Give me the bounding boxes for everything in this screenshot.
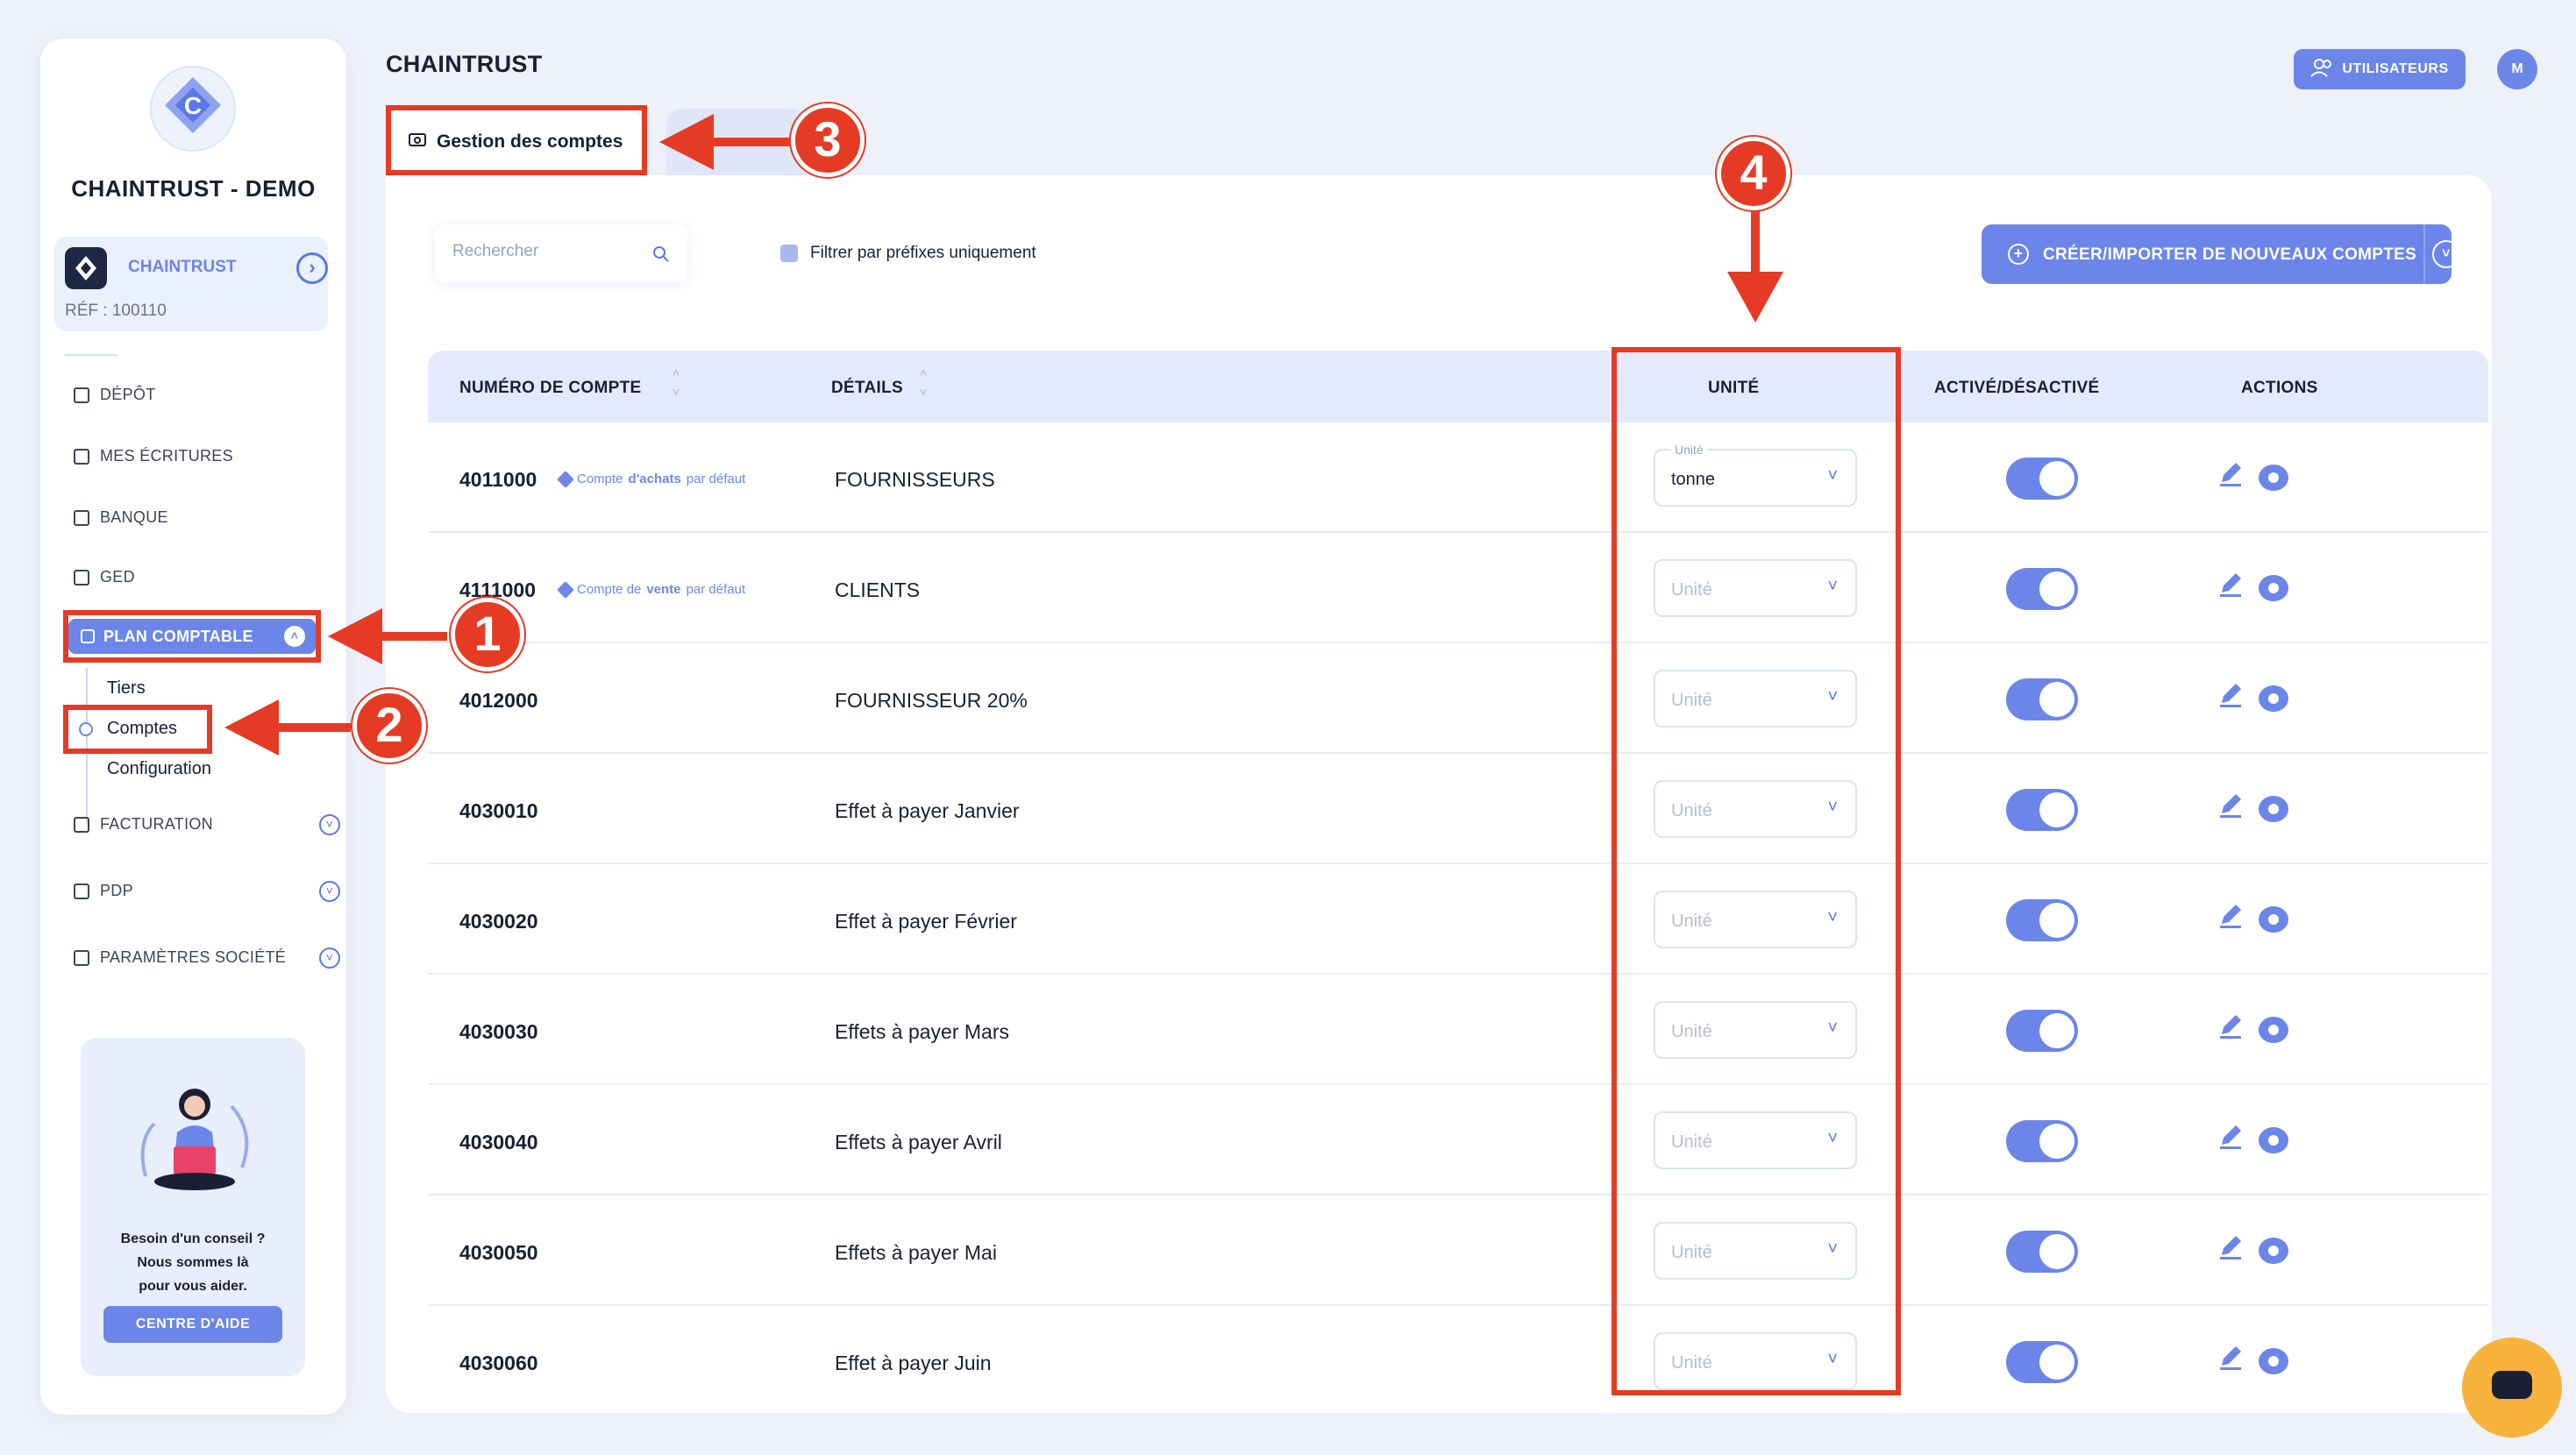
chat-widget-button[interactable]: [2462, 1338, 2562, 1437]
chat-icon: [2492, 1371, 2532, 1399]
annotation-badge-4: 4: [1717, 137, 1790, 210]
annotation-badge-1: 1: [451, 598, 524, 671]
annotation-badge-2: 2: [352, 689, 426, 763]
annotation-badge-3: 3: [791, 103, 865, 177]
